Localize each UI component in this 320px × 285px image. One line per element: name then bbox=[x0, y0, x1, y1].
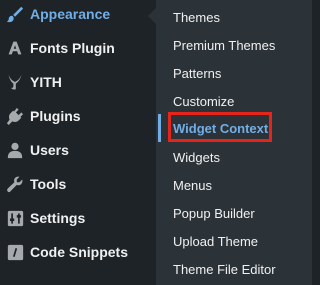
submenu-item-customize[interactable]: Customize bbox=[156, 87, 312, 115]
sidebar-item-label: Fonts Plugin bbox=[30, 40, 115, 56]
sidebar-item-yith[interactable]: YITH bbox=[0, 65, 156, 99]
sidebar-item-label: Users bbox=[30, 142, 69, 158]
sidebar-item-users[interactable]: Users bbox=[0, 133, 156, 167]
sidebar-item-settings[interactable]: Settings bbox=[0, 201, 156, 235]
sidebar-item-tools[interactable]: Tools bbox=[0, 167, 156, 201]
submenu-item-widgets[interactable]: Widgets bbox=[156, 143, 312, 171]
font-a-icon bbox=[0, 38, 30, 58]
admin-sidebar: Appearance Fonts Plugin YITH Plugins Use… bbox=[0, 0, 156, 285]
sidebar-item-plugins[interactable]: Plugins bbox=[0, 99, 156, 133]
submenu-item-theme-file-editor[interactable]: Theme File Editor bbox=[156, 255, 312, 283]
user-icon bbox=[0, 140, 30, 160]
sidebar-item-fonts-plugin[interactable]: Fonts Plugin bbox=[0, 31, 156, 65]
submenu-item-premium-themes[interactable]: Premium Themes bbox=[156, 31, 312, 59]
sidebar-item-label: Tools bbox=[30, 176, 67, 192]
sidebar-item-code-snippets[interactable]: Code Snippets bbox=[0, 235, 156, 269]
submenu-item-patterns[interactable]: Patterns bbox=[156, 59, 312, 87]
sidebar-item-label: Plugins bbox=[30, 108, 81, 124]
sidebar-item-label: Settings bbox=[30, 210, 86, 226]
sidebar-item-label: Code Snippets bbox=[30, 244, 129, 260]
submenu-item-themes[interactable]: Themes bbox=[156, 3, 312, 31]
plug-icon bbox=[0, 106, 30, 126]
submenu-item-widget-context[interactable]: Widget Context bbox=[156, 114, 312, 142]
sidebar-item-label: Appearance bbox=[30, 6, 111, 22]
yith-y-icon bbox=[0, 72, 30, 92]
submenu-pointer bbox=[148, 8, 156, 24]
submenu-item-menus[interactable]: Menus bbox=[156, 171, 312, 199]
appearance-submenu: Themes Premium Themes Patterns Customize… bbox=[156, 0, 312, 285]
code-icon bbox=[0, 242, 30, 262]
paintbrush-icon bbox=[0, 4, 30, 24]
submenu-item-popup-builder[interactable]: Popup Builder bbox=[156, 199, 312, 227]
wrench-icon bbox=[0, 174, 30, 194]
sidebar-item-label: YITH bbox=[30, 74, 62, 90]
sidebar-item-appearance[interactable]: Appearance bbox=[0, 0, 156, 31]
submenu-item-upload-theme[interactable]: Upload Theme bbox=[156, 227, 312, 255]
sliders-icon bbox=[0, 208, 30, 228]
